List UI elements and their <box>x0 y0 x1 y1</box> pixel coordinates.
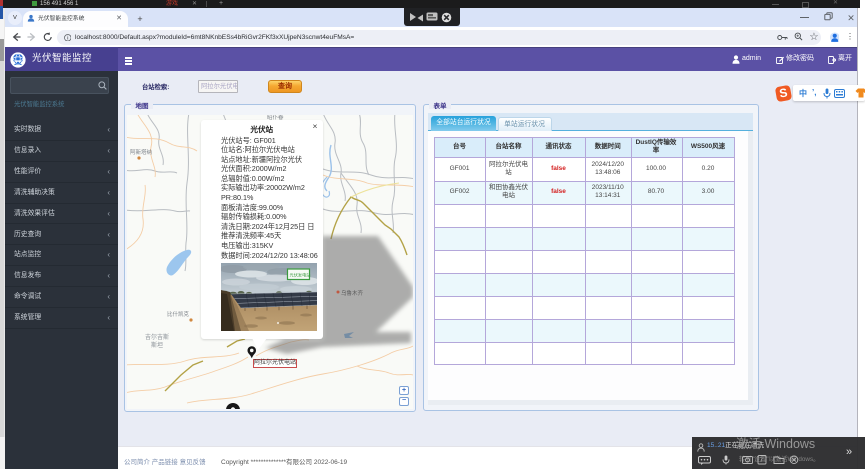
svg-text:吉尔吉斯: 吉尔吉斯 <box>145 333 169 341</box>
svg-text:光伏发电站: 光伏发电站 <box>290 272 311 279</box>
svg-text:乌鲁木齐: 乌鲁木齐 <box>341 289 364 297</box>
svg-text:斯坦: 斯坦 <box>151 341 163 349</box>
svg-text:7: 7 <box>760 458 764 464</box>
svg-text:阿新塔纳: 阿新塔纳 <box>130 148 153 156</box>
svg-text:比什凯克: 比什凯克 <box>167 310 190 318</box>
